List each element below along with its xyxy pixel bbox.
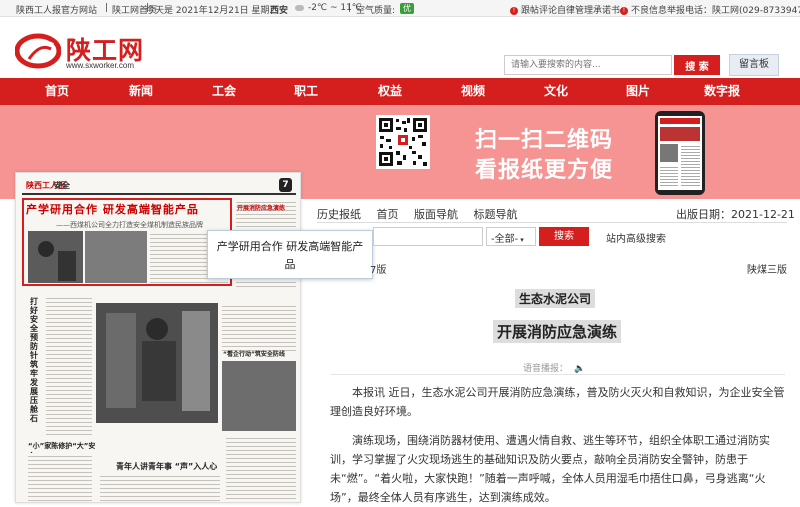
paper-column-title: 开展消防应急演练 — [237, 205, 286, 212]
reader-nav-history[interactable]: 历史报纸 — [317, 208, 361, 221]
site-search-input[interactable] — [504, 55, 672, 75]
paper-text-block — [222, 303, 296, 353]
paper-article-subtitle: ——西煤机公司全力打造安全煤机制造民族品牌 — [56, 221, 203, 229]
nav-item-digital-paper[interactable]: 数字报 — [692, 78, 752, 105]
speaker-icon[interactable]: 🔈 — [574, 364, 585, 374]
reader-search-input[interactable] — [373, 227, 483, 246]
site-header: 陕工网 www.sxworker.com 搜 索 留言板 — [0, 17, 800, 78]
paper-text-block — [46, 295, 92, 435]
reader-nav-pages[interactable]: 版面导航 — [414, 208, 458, 221]
qr-code-icon — [376, 115, 430, 169]
info-icon: ! — [510, 6, 518, 15]
site-link-official[interactable]: 陕西工人报官方网站 — [16, 3, 97, 16]
phone-newspaper-icon — [655, 111, 705, 195]
paper-photo — [222, 361, 296, 431]
paper-page-number: 7 — [279, 178, 292, 192]
paper-photo — [96, 303, 218, 423]
top-info-bar: 陕西工人报官方网站 | 陕工网首页 | 今天是 2021年12月21日 星期二 … — [0, 0, 800, 17]
paper-column-title: 青年人讲青年事 “声”入人心 — [116, 462, 218, 471]
article-paragraph: 演练现场，围绕消防器材使用、遭遇火情自救、逃生等环节，组织全体职工通过消防实训，… — [330, 434, 770, 504]
separator: | — [105, 3, 109, 13]
newspaper-page-image[interactable]: 陕西工人报 安全 7 产学研用合作 研发高端智能产品 ——西煤机公司全力打造安全… — [15, 172, 301, 503]
paper-article-title: 产学研用合作 研发高端智能产品 — [26, 203, 199, 216]
article-kicker: 生态水泥公司 — [515, 289, 596, 308]
banner-headline: 扫一扫二维码 — [475, 128, 614, 153]
paper-text-block — [100, 473, 220, 502]
reader-nav-titles[interactable]: 标题导航 — [474, 208, 518, 221]
today-date: 今天是 2021年12月21日 星期二 — [146, 6, 279, 16]
article-title-tooltip: 产学研用合作 研发高端智能产品 — [207, 230, 373, 279]
nav-item-news[interactable]: 新闻 — [111, 78, 171, 105]
guestbook-button[interactable]: 留言板 — [729, 54, 779, 76]
edition-label[interactable]: 陕煤三版 — [747, 261, 787, 276]
notice-commitment[interactable]: ! 跟帖评论自律管理承诺书 — [510, 3, 620, 16]
reader-nav: 历史报纸 首页 版面导航 标题导航 — [317, 206, 530, 222]
nav-item-culture[interactable]: 文化 — [526, 78, 586, 105]
separator: | — [348, 3, 352, 13]
paper-text-block — [28, 453, 92, 502]
nav-item-pictures[interactable]: 图片 — [608, 78, 668, 105]
city-name: 西安 — [270, 6, 289, 16]
paper-column-title: 打好安全预防针 筑牢发展压舱石 — [30, 297, 38, 423]
reader-search-scope-select[interactable]: -全部- ▾ — [486, 227, 536, 246]
nav-item-rights[interactable]: 权益 — [360, 78, 420, 105]
paper-photo — [28, 231, 83, 283]
publish-date: 出版日期：2021-12-21 — [676, 208, 795, 221]
paper-text-block — [226, 435, 296, 502]
reader-search-button[interactable]: 搜索 — [539, 227, 589, 246]
current-page-label[interactable]: 7版 — [370, 261, 386, 276]
divider — [317, 222, 787, 223]
paper-column-title: “看企行动”筑安全防线 — [223, 351, 285, 358]
weather-icon — [293, 3, 306, 13]
logo-mark-icon — [15, 33, 61, 69]
paper-masthead: 陕西工人报 安全 7 — [22, 177, 296, 195]
paper-photo — [85, 231, 147, 283]
air-quality-badge: 优 — [400, 3, 414, 14]
divider — [330, 374, 785, 375]
advanced-search-link[interactable]: 站内高级搜索 — [606, 230, 666, 245]
air-quality-label: 空气质量: — [356, 6, 396, 16]
reader-nav-home[interactable]: 首页 — [377, 208, 399, 221]
temperature: -2℃ ~ 11℃ — [308, 3, 362, 13]
site-logo[interactable]: 陕工网 www.sxworker.com — [15, 31, 155, 76]
info-icon: ! — [620, 6, 628, 15]
chevron-down-icon: ▾ — [520, 236, 524, 244]
notice-report-phone[interactable]: ! 不良信息举报电话：陕工网(029-87339475) — [620, 3, 800, 16]
main-nav: 首页 新闻 工会 职工 权益 视频 文化 图片 数字报 — [0, 78, 800, 105]
nav-item-video[interactable]: 视频 — [443, 78, 503, 105]
article-headline: 开展消防应急演练 — [493, 320, 622, 343]
article-paragraph: 本报讯 近日，生态水泥公司开展消防应急演练，普及防火灭火和自救知识，为企业安全管… — [330, 386, 785, 418]
nav-item-workers[interactable]: 职工 — [276, 78, 336, 105]
nav-item-home[interactable]: 首页 — [27, 78, 87, 105]
site-search-button[interactable]: 搜 索 — [674, 55, 720, 75]
paper-section: 安全 — [54, 181, 70, 190]
logo-url: www.sxworker.com — [66, 61, 135, 70]
voice-broadcast[interactable]: 语音播报： 🔈 — [523, 361, 585, 374]
nav-item-union[interactable]: 工会 — [194, 78, 254, 105]
banner-subline: 看报纸更方便 — [475, 158, 614, 183]
